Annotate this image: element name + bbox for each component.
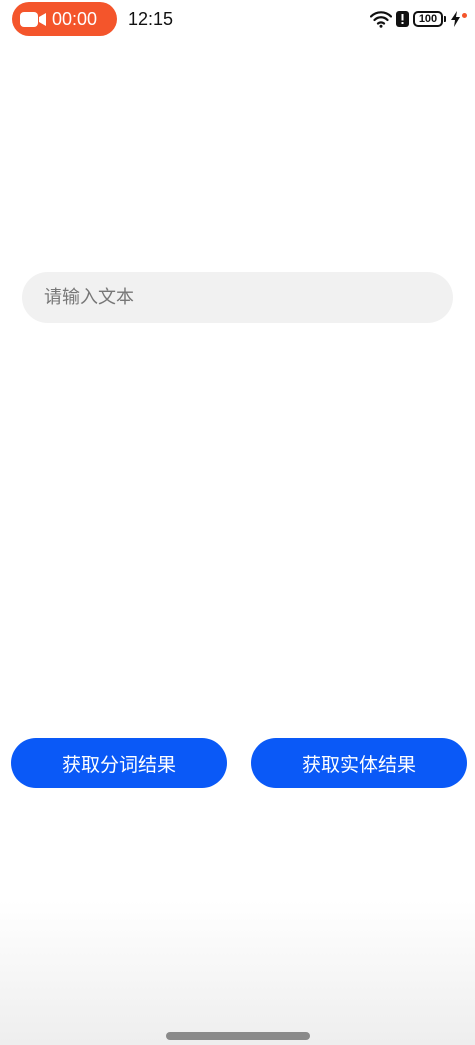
recording-timer: 00:00 (52, 9, 98, 29)
system-icons: 100 (370, 9, 467, 29)
wifi-icon (370, 10, 392, 28)
status-bar: 00:00 12:15 100 (0, 0, 475, 40)
battery-icon: 100 (413, 11, 446, 27)
home-indicator[interactable] (166, 1032, 310, 1040)
text-input[interactable] (22, 272, 453, 323)
status-clock: 12:15 (128, 9, 174, 29)
get-entity-result-button[interactable]: 获取实体结果 (251, 738, 467, 788)
charging-bolt-icon (451, 11, 460, 27)
get-segmentation-result-button[interactable]: 获取分词结果 (11, 738, 227, 788)
battery-level: 100 (418, 13, 438, 25)
alert-icon (396, 11, 409, 27)
app-screen: 00:00 12:15 100 请输入文本 获取分词结果 获取实体结果 (0, 0, 475, 1045)
notification-dot (462, 12, 467, 18)
camera-icon (20, 12, 46, 27)
screen-recording-pill[interactable]: 00:00 (12, 2, 117, 36)
